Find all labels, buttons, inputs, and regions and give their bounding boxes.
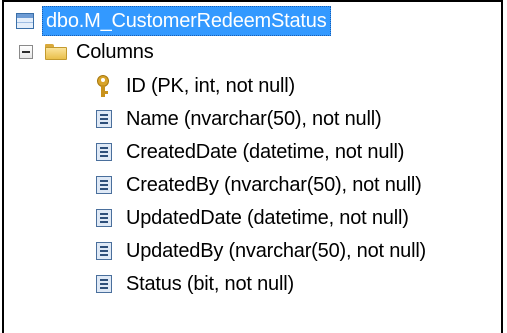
column-icon	[96, 275, 112, 293]
columns-folder-label: Columns	[76, 41, 154, 63]
tree-node-columns-folder[interactable]: Columns	[19, 36, 154, 68]
tree-node-column[interactable]: Name (nvarchar(50), not null)	[96, 103, 382, 135]
tree-node-table[interactable]: dbo.M_CustomerRedeemStatus	[16, 5, 331, 37]
column-label: ID (PK, int, not null)	[126, 75, 295, 97]
column-icon	[96, 176, 112, 194]
column-label: CreatedDate (datetime, not null)	[126, 141, 405, 163]
primary-key-icon	[94, 75, 112, 97]
column-icon	[96, 110, 112, 128]
tree-node-column[interactable]: ID (PK, int, not null)	[94, 70, 295, 102]
table-icon	[16, 13, 34, 29]
folder-icon	[45, 44, 67, 60]
column-label: Status (bit, not null)	[126, 273, 294, 295]
column-icon	[96, 242, 112, 260]
tree-node-column[interactable]: Status (bit, not null)	[96, 268, 294, 300]
column-label: UpdatedDate (datetime, not null)	[126, 207, 409, 229]
table-node-label[interactable]: dbo.M_CustomerRedeemStatus	[42, 6, 331, 36]
column-label: UpdatedBy (nvarchar(50), not null)	[126, 240, 427, 262]
column-label: CreatedBy (nvarchar(50), not null)	[126, 174, 422, 196]
tree-node-column[interactable]: CreatedBy (nvarchar(50), not null)	[96, 169, 422, 201]
tree-node-column[interactable]: UpdatedDate (datetime, not null)	[96, 202, 409, 234]
collapse-icon[interactable]	[19, 45, 33, 59]
tree-node-column[interactable]: UpdatedBy (nvarchar(50), not null)	[96, 235, 426, 267]
column-label: Name (nvarchar(50), not null)	[126, 108, 382, 130]
column-icon	[96, 143, 112, 161]
column-icon	[96, 209, 112, 227]
tree-node-column[interactable]: CreatedDate (datetime, not null)	[96, 136, 404, 168]
